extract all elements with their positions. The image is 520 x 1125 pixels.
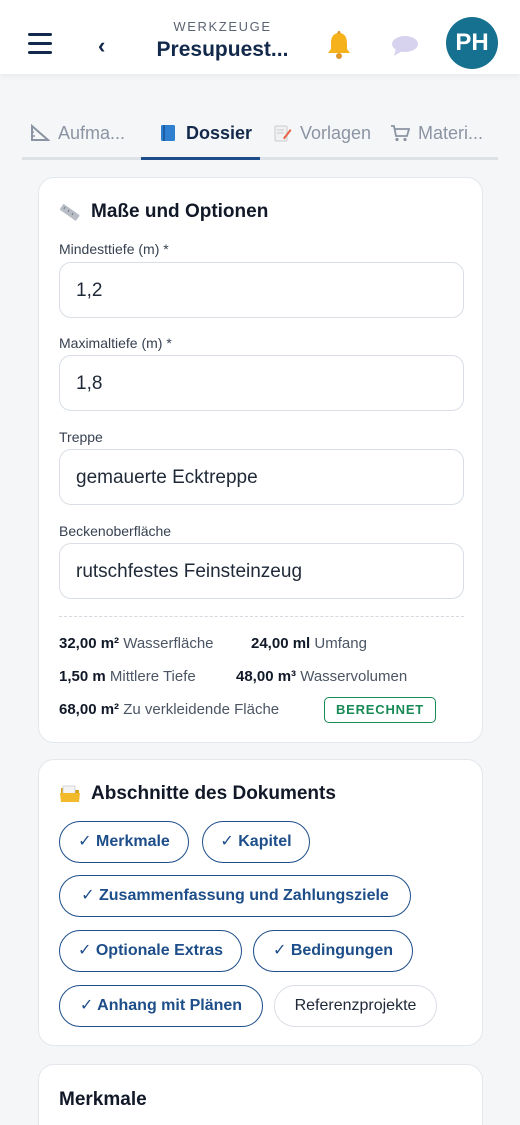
section-chip-optionale-extras[interactable]: ✓ Optionale Extras [59, 930, 242, 972]
menu-icon[interactable] [28, 33, 52, 55]
tab-label: Dossier [186, 123, 253, 143]
stat-water-volume: 48,00 m³ Wasservolumen [236, 668, 407, 685]
section-chip-bedingungen[interactable]: ✓ Bedingungen [253, 930, 413, 972]
stat-water-area: 32,00 m² Wasserfläche [59, 635, 214, 652]
bell-icon[interactable] [324, 30, 354, 60]
tab-dossier[interactable]: Dossier [158, 118, 252, 160]
stat-value: 48,00 m³ [236, 668, 297, 685]
stat-avg-depth: 1,50 m Mittlere Tiefe [59, 668, 196, 685]
folder-icon [60, 785, 80, 802]
stat-label: Zu verkleidende Fläche [123, 701, 280, 718]
stat-cladding-area: 68,00 m² Zu verkleidende Fläche [59, 701, 279, 718]
calculated-badge: BERECHNET [324, 697, 436, 723]
stat-label: Mittlere Tiefe [109, 668, 196, 685]
stat-value: 1,50 m [59, 668, 106, 685]
tab-bar: Aufma... Dossier Vorlagen Materi... [22, 118, 498, 160]
section-chip-anhang[interactable]: ✓ Anhang mit Plänen [59, 985, 263, 1027]
stat-value: 24,00 ml [251, 635, 311, 652]
features-card: Merkmale [38, 1064, 483, 1125]
tab-material[interactable]: Materi... [390, 118, 483, 160]
page-title: Presupuest... [156, 38, 289, 61]
stat-perimeter: 24,00 ml Umfang [251, 635, 367, 652]
dimensions-title: Maße und Optionen [59, 201, 268, 223]
surface-label: Beckenoberfläche [59, 523, 172, 539]
sections-title: Abschnitte des Dokuments [59, 783, 336, 805]
memo-icon [274, 125, 292, 142]
section-chip-zusammenfassung[interactable]: ✓ Zusammenfassung und Zahlungsziele [59, 875, 411, 917]
cart-icon [391, 125, 410, 142]
stairs-input[interactable]: gemauerte Ecktreppe [59, 449, 464, 505]
ruler-icon [31, 124, 50, 141]
dimensions-card: Maße und Optionen Mindesttiefe (m) * 1,2… [38, 177, 483, 743]
tab-aufmass[interactable]: Aufma... [30, 118, 125, 160]
card-title-text: Maße und Optionen [91, 201, 269, 222]
stat-label: Umfang [314, 635, 367, 652]
min-depth-input[interactable]: 1,2 [59, 262, 464, 318]
stat-value: 68,00 m² [59, 701, 120, 718]
section-chip-merkmale[interactable]: ✓ Merkmale [59, 821, 189, 863]
tab-vorlagen[interactable]: Vorlagen [272, 118, 371, 160]
tab-label: Materi... [418, 123, 484, 143]
ruler-icon [59, 204, 80, 221]
active-tab-indicator [141, 157, 260, 160]
max-depth-label: Maximaltiefe (m) * [59, 335, 172, 351]
tab-label: Aufma... [58, 123, 126, 143]
section-chip-kapitel[interactable]: ✓ Kapitel [202, 821, 310, 863]
stat-label: Wasserfläche [123, 635, 214, 652]
min-depth-label: Mindesttiefe (m) * [59, 241, 169, 257]
section-chip-referenzprojekte[interactable]: Referenzprojekte [274, 985, 437, 1027]
surface-input[interactable]: rutschfestes Feinsteinzeug [59, 543, 464, 599]
stat-value: 32,00 m² [59, 635, 120, 652]
stairs-label: Treppe [59, 429, 103, 445]
chat-icon[interactable] [390, 32, 420, 58]
page-eyebrow: WERKZEUGE [173, 19, 272, 34]
card-title-text: Abschnitte des Dokuments [91, 783, 336, 804]
book-icon [161, 125, 175, 141]
top-bar: ‹ WERKZEUGE Presupuest... PH [0, 0, 520, 74]
sections-card: Abschnitte des Dokuments ✓ Merkmale ✓ Ka… [38, 759, 483, 1046]
back-button[interactable]: ‹ [98, 34, 105, 58]
max-depth-input[interactable]: 1,8 [59, 355, 464, 411]
features-title: Merkmale [59, 1089, 147, 1110]
divider [59, 616, 464, 617]
tab-label: Vorlagen [300, 123, 372, 143]
stat-label: Wasservolumen [300, 668, 408, 685]
avatar[interactable]: PH [446, 17, 498, 69]
